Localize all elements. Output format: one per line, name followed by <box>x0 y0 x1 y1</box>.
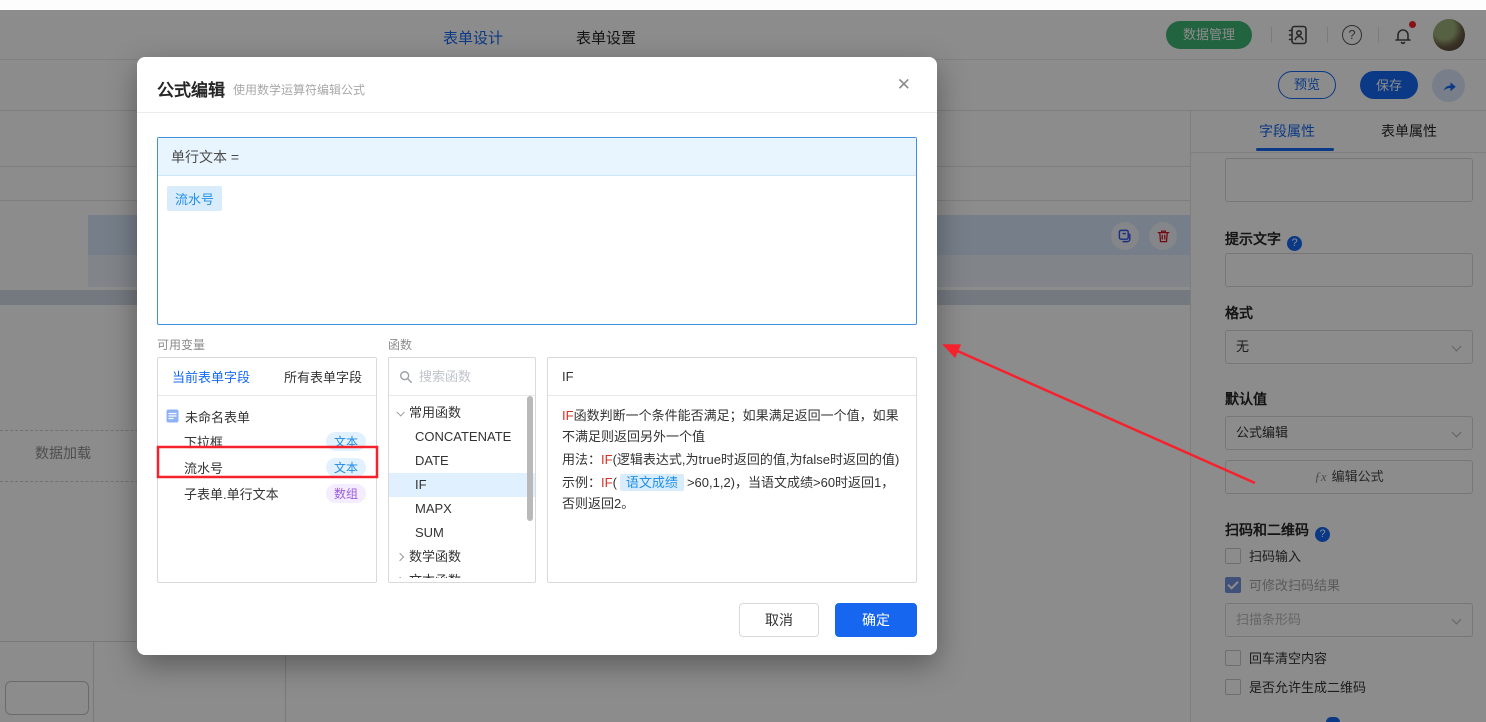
description-line: IF函数判断一个条件能否满足；如果满足返回一个值，如果不满足则返回另外一个值 <box>562 405 902 447</box>
function-item-concatenate[interactable]: CONCATENATE <box>389 425 535 449</box>
description-line: 示例：IF(语文成绩>60,1,2)，当语文成绩>60时返回1，否则返回2。 <box>562 472 902 514</box>
variables-panel: 当前表单字段 所有表单字段 未命名表单 下拉框 文本 流水号 文本 <box>157 357 377 583</box>
form-document-icon <box>166 409 179 423</box>
variables-tree: 未命名表单 下拉框 文本 流水号 文本 子表单.单行文本 数组 <box>158 396 376 506</box>
divider <box>137 112 937 113</box>
dialog-subtitle: 使用数学运算符编辑公式 <box>233 81 365 98</box>
function-group-text[interactable]: 文本函数 <box>389 569 535 578</box>
function-item-sum[interactable]: SUM <box>389 521 535 545</box>
description-text: ( <box>613 475 617 490</box>
app-window: 表单设计 表单设置 数据管理 ? 预览 保存 <box>0 0 1486 722</box>
description-text: 用法： <box>562 452 601 467</box>
chevron-down-icon <box>396 408 404 416</box>
form-name: 未命名表单 <box>185 407 250 426</box>
variable-row-subform-text[interactable]: 子表单.单行文本 数组 <box>164 480 370 506</box>
function-item-if[interactable]: IF <box>389 473 535 497</box>
description-text: (逻辑表达式,为true时返回的值,为false时返回的值) <box>613 452 900 467</box>
variable-name: 子表单.单行文本 <box>184 484 279 503</box>
function-name: IF <box>548 369 574 384</box>
function-item-mapx[interactable]: MAPX <box>389 497 535 521</box>
top-strip <box>0 0 1486 10</box>
scrollbar-thumb[interactable] <box>527 396 533 521</box>
confirm-button[interactable]: 确定 <box>835 603 917 637</box>
description-text: 示例： <box>562 475 601 490</box>
function-search-input[interactable] <box>419 369 519 384</box>
function-description-panel: IF IF函数判断一个条件能否满足；如果满足返回一个值，如果不满足则返回另外一个… <box>547 357 917 583</box>
description-text: 函数判断一个条件能否满足；如果满足返回一个值，如果不满足则返回另外一个值 <box>562 408 899 444</box>
variable-name: 流水号 <box>184 458 223 477</box>
variable-name: 下拉框 <box>184 432 223 451</box>
formula-token-field[interactable]: 流水号 <box>167 186 222 211</box>
chevron-right-icon <box>396 577 404 578</box>
description-line: 用法：IF(逻辑表达式,为true时返回的值,为false时返回的值) <box>562 449 902 470</box>
variables-tabs: 当前表单字段 所有表单字段 <box>158 358 376 396</box>
tab-current-form-fields[interactable]: 当前表单字段 <box>172 367 250 386</box>
cancel-button[interactable]: 取消 <box>739 603 819 637</box>
functions-label: 函数 <box>388 336 412 353</box>
tree-root-form[interactable]: 未命名表单 <box>164 404 370 428</box>
close-icon[interactable]: ✕ <box>897 75 911 95</box>
function-group-label: 常用函数 <box>409 401 461 425</box>
function-search-row <box>389 358 535 396</box>
formula-target-field: 单行文本 = <box>158 138 916 176</box>
function-item-date[interactable]: DATE <box>389 449 535 473</box>
function-token: IF <box>601 452 613 467</box>
function-token: IF <box>601 475 613 490</box>
variable-row-dropdown[interactable]: 下拉框 文本 <box>164 428 370 454</box>
formula-edit-dialog: 公式编辑 使用数学运算符编辑公式 ✕ 单行文本 = 流水号 可用变量 函数 当前… <box>137 57 937 655</box>
tab-all-form-fields[interactable]: 所有表单字段 <box>284 367 362 386</box>
function-group-math[interactable]: 数学函数 <box>389 545 535 569</box>
variable-row-serial-number[interactable]: 流水号 文本 <box>164 454 370 480</box>
function-group-common[interactable]: 常用函数 <box>389 401 535 425</box>
variables-label: 可用变量 <box>157 336 205 353</box>
type-badge: 数组 <box>326 484 366 503</box>
functions-panel: 常用函数 CONCATENATE DATE IF MAPX SUM 数学函数 文… <box>388 357 536 583</box>
function-list: 常用函数 CONCATENATE DATE IF MAPX SUM 数学函数 文… <box>389 396 535 578</box>
dialog-title: 公式编辑 <box>157 76 225 101</box>
function-group-label: 文本函数 <box>409 569 461 578</box>
dialog-footer: 取消 确定 <box>739 603 917 637</box>
function-description-header: IF <box>548 358 916 396</box>
function-group-label: 数学函数 <box>409 545 461 569</box>
formula-editor[interactable]: 单行文本 = 流水号 <box>157 137 917 325</box>
chevron-right-icon <box>396 553 404 561</box>
type-badge: 文本 <box>326 458 366 477</box>
search-icon <box>399 370 413 384</box>
function-description-body: IF函数判断一个条件能否满足；如果满足返回一个值，如果不满足则返回另外一个值 用… <box>548 396 916 514</box>
field-token: 语文成绩 <box>620 474 684 491</box>
type-badge: 文本 <box>326 432 366 451</box>
function-token: IF <box>562 408 574 423</box>
